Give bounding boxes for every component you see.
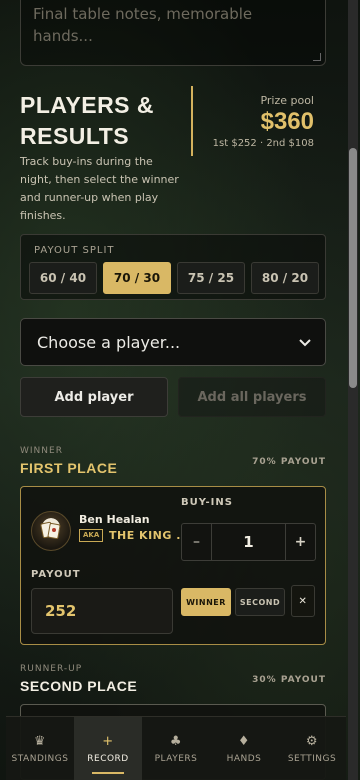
player-name: Ben Healan bbox=[79, 513, 150, 526]
add-player-button[interactable]: Add player bbox=[20, 377, 168, 417]
scrollbar-thumb[interactable] bbox=[349, 148, 357, 388]
tab-hands[interactable]: ♦ HANDS bbox=[210, 717, 278, 780]
payout-split-panel: PAYOUT SPLIT 60 / 40 70 / 30 75 / 25 80 … bbox=[20, 234, 326, 300]
tab-label: STANDINGS bbox=[11, 753, 69, 764]
gear-icon: ⚙ bbox=[305, 733, 319, 749]
scrollbar-track[interactable] bbox=[348, 0, 358, 780]
prize-divider bbox=[191, 86, 193, 156]
notes-placeholder: Final table notes, memorable hands... bbox=[33, 5, 253, 45]
second-place-title: SECOND PLACE bbox=[20, 678, 138, 694]
prize-pool-amount: $360 bbox=[260, 108, 314, 135]
notes-textarea[interactable]: Final table notes, memorable hands... bbox=[20, 0, 326, 66]
club-icon: ♣ bbox=[169, 733, 183, 749]
chevron-down-icon bbox=[299, 339, 311, 347]
aka-badge: AKA bbox=[79, 529, 104, 542]
payout-input[interactable]: 252 bbox=[31, 588, 173, 634]
prize-pool-label: Prize pool bbox=[260, 94, 314, 107]
tab-label: HANDS bbox=[226, 753, 262, 764]
tab-label: RECORD bbox=[87, 753, 129, 764]
tab-players[interactable]: ♣ PLAYERS bbox=[142, 717, 210, 780]
increment-button[interactable]: + bbox=[285, 524, 315, 560]
playing-cards-icon bbox=[40, 521, 61, 540]
first-place-payout-pct: 70% PAYOUT bbox=[252, 457, 326, 467]
player-select-value: Choose a player... bbox=[37, 332, 181, 352]
section-title: PLAYERS & RESULTS bbox=[20, 92, 155, 149]
player-select[interactable]: Choose a player... bbox=[20, 318, 326, 366]
tab-settings[interactable]: ⚙ SETTINGS bbox=[278, 717, 346, 780]
payout-label: PAYOUT bbox=[31, 569, 81, 580]
crown-icon: ♛ bbox=[33, 733, 47, 749]
avatar bbox=[31, 511, 71, 551]
tab-record[interactable]: + RECORD bbox=[74, 717, 142, 780]
plus-icon: + bbox=[102, 733, 114, 749]
first-place-card: Ben Healan AKA THE KING ... BUY-INS – 1 … bbox=[20, 486, 326, 645]
tab-label: PLAYERS bbox=[154, 753, 198, 764]
bottom-tab-bar: ♛ STANDINGS + RECORD ♣ PLAYERS ♦ HANDS ⚙… bbox=[6, 716, 346, 780]
add-all-players-button[interactable]: Add all players bbox=[178, 377, 326, 417]
diamond-icon: ♦ bbox=[237, 733, 251, 749]
payout-split-label: PAYOUT SPLIT bbox=[34, 245, 115, 256]
second-place-kicker: RUNNER-UP bbox=[20, 664, 83, 674]
split-option-60-40[interactable]: 60 / 40 bbox=[29, 262, 97, 294]
decrement-button[interactable]: – bbox=[182, 524, 212, 560]
player-nickname: THE KING ... bbox=[109, 529, 191, 542]
section-description: Track buy-ins during the night, then sel… bbox=[20, 155, 179, 222]
split-option-80-20[interactable]: 80 / 20 bbox=[251, 262, 319, 294]
resize-grip[interactable] bbox=[313, 53, 321, 61]
second-toggle[interactable]: SECOND bbox=[235, 588, 285, 616]
buyins-value[interactable]: 1 bbox=[212, 524, 285, 560]
second-place-payout-pct: 30% PAYOUT bbox=[252, 675, 326, 685]
tab-standings[interactable]: ♛ STANDINGS bbox=[6, 717, 74, 780]
first-place-title: FIRST PLACE bbox=[20, 460, 118, 476]
prize-pool-split: 1st $252 · 2nd $108 bbox=[212, 138, 314, 149]
split-option-70-30[interactable]: 70 / 30 bbox=[103, 262, 171, 294]
winner-toggle[interactable]: WINNER bbox=[181, 588, 231, 616]
buyins-stepper: – 1 + bbox=[181, 523, 316, 561]
tab-label: SETTINGS bbox=[287, 753, 337, 764]
first-place-kicker: WINNER bbox=[20, 446, 63, 456]
split-option-75-25[interactable]: 75 / 25 bbox=[177, 262, 245, 294]
buyins-label: BUY-INS bbox=[181, 497, 233, 508]
remove-player-button[interactable]: ✕ bbox=[291, 585, 315, 617]
